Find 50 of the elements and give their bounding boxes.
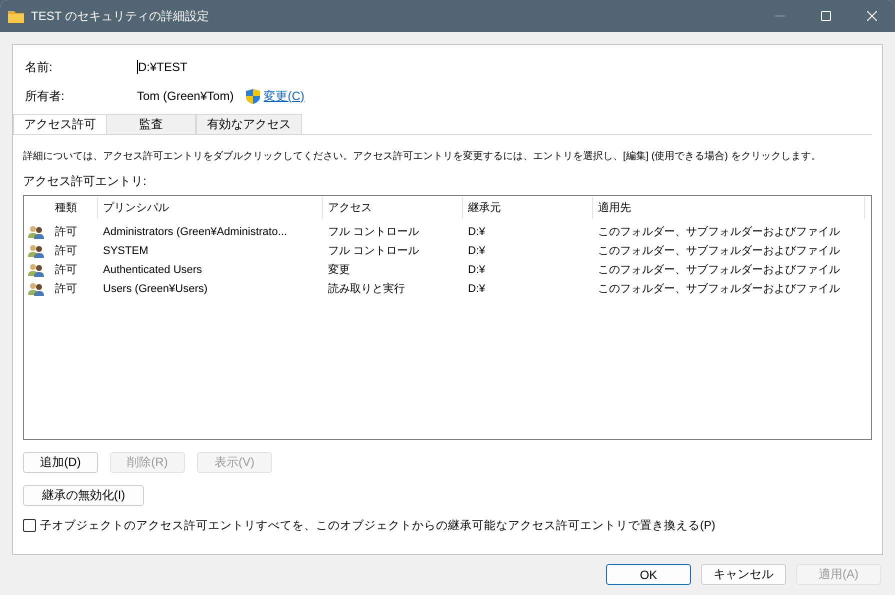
owner-label: 所有者: xyxy=(25,88,66,104)
table-cell-text: このフォルダー、サブフォルダーおよびファイル xyxy=(597,244,841,258)
table-cell-text: 変更 xyxy=(327,262,351,277)
entries-label: アクセス許可エントリ: xyxy=(23,173,148,190)
column-header[interactable]: アクセス xyxy=(323,197,463,219)
table-cell-text: Administrators (Green¥Administrato... xyxy=(102,226,288,238)
maximize-icon xyxy=(821,11,831,21)
column-header[interactable]: プリンシパル xyxy=(98,197,323,219)
table-cell-text: D:¥ xyxy=(467,226,486,238)
table-cell-text: 許可 xyxy=(54,263,78,277)
description-text: 詳細については、アクセス許可エントリをダブルクリックしてください。アクセス許可エントリを変更するには、エントリを選択し、[編集] (使用できる場合) をクリックします。 xyxy=(23,150,822,163)
tab[interactable]: アクセス許可 xyxy=(13,114,107,134)
users-icon xyxy=(28,224,44,238)
dialog-button[interactable]: キャンセル xyxy=(701,564,786,585)
table-cell-text: SYSTEM xyxy=(102,244,150,256)
table-cell-text: D:¥ xyxy=(467,264,486,276)
users-icon xyxy=(28,262,44,276)
window-title: TEST のセキュリティの詳細設定 xyxy=(31,8,210,24)
table-cell-text: D:¥ xyxy=(467,244,486,256)
table-cell-text: このフォルダー、サブフォルダーおよびファイル xyxy=(597,224,841,239)
column-header[interactable]: 適用先 xyxy=(593,197,865,219)
checkbox-label: 子オブジェクトのアクセス許可エントリすべてを、このオブジェクトからの継承可能なアクセス許可エントリで置き換える(P) xyxy=(40,518,716,533)
name-value: D:¥TEST xyxy=(137,60,188,74)
dialog-button[interactable]: OK xyxy=(606,564,691,585)
tab[interactable]: 有効なアクセス xyxy=(196,114,302,134)
folder-icon xyxy=(8,10,24,22)
table-cell-text: D:¥ xyxy=(467,282,486,294)
column-header[interactable]: 種類 xyxy=(50,197,98,219)
table-cell-text: このフォルダー、サブフォルダーおよびファイル xyxy=(597,282,841,296)
close-icon xyxy=(867,11,877,21)
column-header[interactable]: 継承元 xyxy=(463,197,593,219)
table-cell-text: Users (Green¥Users) xyxy=(102,282,209,294)
change-owner-link[interactable]: 変更(C) xyxy=(264,88,304,104)
table-cell-text: Authenticated Users xyxy=(102,264,204,276)
table-cell-text: このフォルダー、サブフォルダーおよびファイル xyxy=(597,262,841,277)
shield-icon xyxy=(246,88,260,104)
users-icon xyxy=(28,244,44,258)
table-cell-text: 許可 xyxy=(54,282,78,296)
table-cell-text: 許可 xyxy=(54,225,78,239)
tab[interactable]: 監査 xyxy=(106,114,196,134)
name-label: 名前: xyxy=(25,58,54,76)
checkbox[interactable] xyxy=(23,519,36,532)
entry-button[interactable]: 追加(D) xyxy=(23,452,98,473)
owner-value: Tom (Green¥Tom) xyxy=(137,89,234,103)
table-cell-text: フル コントロール xyxy=(327,225,420,239)
disable-inheritance-button[interactable]: 継承の無効化(I) xyxy=(23,485,144,506)
table-cell-text: 読み取りと実行 xyxy=(327,282,406,296)
users-icon xyxy=(28,282,44,296)
table-cell-text: フル コントロール xyxy=(327,244,420,258)
table-cell-text: 許可 xyxy=(54,244,78,258)
